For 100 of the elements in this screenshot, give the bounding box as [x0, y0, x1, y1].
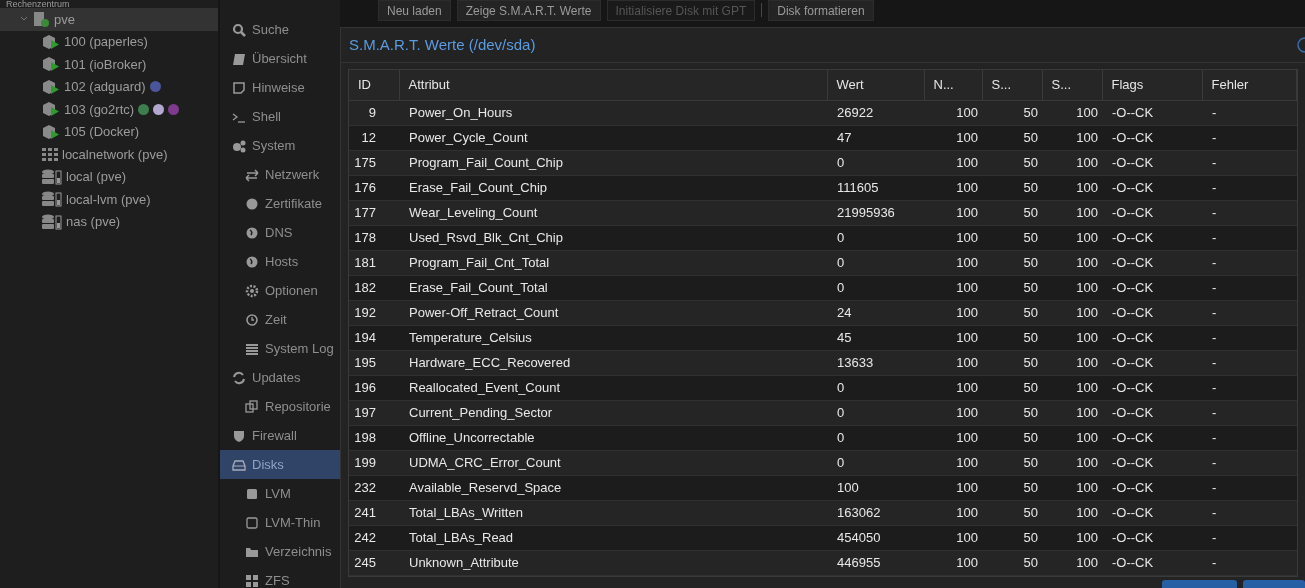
column-header[interactable]: Flags: [1102, 70, 1202, 100]
table-cell: Used_Rsvd_Blk_Cnt_Chip: [399, 225, 827, 250]
table-cell: -O--CK: [1102, 550, 1202, 575]
table-cell: Wear_Leveling_Count: [399, 200, 827, 225]
table-cell: 9: [349, 100, 399, 125]
table-cell: 100: [924, 300, 982, 325]
table-cell: 50: [982, 125, 1042, 150]
book-icon: [232, 51, 246, 66]
globe-icon: [245, 225, 259, 240]
table-cell: Erase_Fail_Count_Chip: [399, 175, 827, 200]
nav-item[interactable]: Hosts: [220, 247, 340, 276]
table-cell: -O--CK: [1102, 400, 1202, 425]
nav-item[interactable]: Zeit: [220, 305, 340, 334]
table-cell: 100: [924, 450, 982, 475]
nav-item[interactable]: DNS: [220, 218, 340, 247]
nav-item[interactable]: System: [220, 131, 340, 160]
table-cell: 100: [924, 125, 982, 150]
nav-item[interactable]: Disks: [220, 450, 340, 479]
table-cell: 0: [827, 450, 924, 475]
table-cell: 100: [924, 275, 982, 300]
nav-item[interactable]: Übersicht: [220, 44, 340, 73]
nav-item[interactable]: ZFS: [220, 566, 340, 588]
nav-item[interactable]: Hinweise: [220, 73, 340, 102]
table-cell: 175: [349, 150, 399, 175]
nav-item[interactable]: LVM-Thin: [220, 508, 340, 537]
table-cell: -O--CK: [1102, 475, 1202, 500]
column-header[interactable]: N...: [924, 70, 982, 100]
table-cell: 100: [1042, 500, 1102, 525]
table-cell: -O--CK: [1102, 125, 1202, 150]
copy-icon: [245, 399, 259, 414]
table-cell: -O--CK: [1102, 200, 1202, 225]
table-cell: 100: [924, 325, 982, 350]
column-header[interactable]: Attribut: [399, 70, 827, 100]
nav-item[interactable]: System Log: [220, 334, 340, 363]
tree-item[interactable]: 103 (go2rtc): [64, 99, 135, 119]
table-cell: 21995936: [827, 200, 924, 225]
column-header[interactable]: S...: [982, 70, 1042, 100]
table-cell: 100: [1042, 350, 1102, 375]
tree-item[interactable]: 100 (paperles): [64, 32, 148, 52]
dialog-title: S.M.A.R.T. Werte (/dev/sda): [349, 34, 536, 55]
table-cell: 50: [982, 350, 1042, 375]
nav-item[interactable]: Zertifikate: [220, 189, 340, 218]
list-icon: [245, 341, 259, 356]
nav-item[interactable]: Updates: [220, 363, 340, 392]
table-cell: -: [1202, 400, 1297, 425]
nav-item[interactable]: Suche: [220, 15, 340, 44]
table-cell: -: [1202, 425, 1297, 450]
tree-item[interactable]: pve: [54, 9, 75, 29]
table-cell: 177: [349, 200, 399, 225]
nav-item[interactable]: Verzeichnis: [220, 537, 340, 566]
table-cell: Current_Pending_Sector: [399, 400, 827, 425]
table-cell: 176: [349, 175, 399, 200]
table-cell: 50: [982, 100, 1042, 125]
nav-item[interactable]: LVM: [220, 479, 340, 508]
exchange-icon: [245, 167, 259, 182]
nav-item[interactable]: Repositorie: [220, 392, 340, 421]
table-cell: 50: [982, 300, 1042, 325]
tree-item[interactable]: localnetwork (pve): [62, 144, 168, 164]
table-cell: 100: [924, 350, 982, 375]
toolbar-button[interactable]: Neu laden: [378, 0, 451, 21]
table-cell: 50: [982, 200, 1042, 225]
tree-item[interactable]: nas (pve): [66, 212, 121, 232]
tree-item[interactable]: Rechenzentrum: [6, 0, 70, 8]
tree-item[interactable]: local (pve): [66, 167, 126, 187]
tree-item[interactable]: 101 (ioBroker): [64, 54, 147, 74]
nav-item[interactable]: Netzwerk: [220, 160, 340, 189]
table-cell: 100: [924, 150, 982, 175]
table-cell: 232: [349, 475, 399, 500]
column-header[interactable]: Fehler: [1202, 70, 1297, 100]
column-header[interactable]: Wert: [827, 70, 924, 100]
table-cell: -: [1202, 550, 1297, 575]
table-cell: 0: [827, 375, 924, 400]
table-cell: 194: [349, 325, 399, 350]
table-cell: 0: [827, 150, 924, 175]
toolbar-button[interactable]: Disk formatieren: [768, 0, 874, 21]
table-cell: 100: [924, 425, 982, 450]
tree-item[interactable]: 105 (Docker): [64, 122, 140, 142]
table-cell: -O--CK: [1102, 175, 1202, 200]
container-running-icon: [42, 123, 60, 140]
help-icon[interactable]: [1297, 37, 1305, 53]
tree-item[interactable]: local-lvm (pve): [66, 189, 151, 209]
note-icon: [232, 80, 246, 95]
tree-item[interactable]: 102 (adguard): [64, 77, 146, 97]
table-cell: -O--CK: [1102, 525, 1202, 550]
table-cell: 100: [1042, 100, 1102, 125]
table-cell: Available_Reservd_Space: [399, 475, 827, 500]
column-header[interactable]: ID: [349, 70, 399, 100]
table-cell: Total_LBAs_Read: [399, 525, 827, 550]
table-cell: 245: [349, 550, 399, 575]
nav-item[interactable]: Optionen: [220, 276, 340, 305]
column-header[interactable]: S...: [1042, 70, 1102, 100]
nav-item[interactable]: Shell: [220, 102, 340, 131]
table-cell: Power-Off_Retract_Count: [399, 300, 827, 325]
table-cell: 178: [349, 225, 399, 250]
toolbar-button[interactable]: Zeige S.M.A.R.T. Werte: [456, 0, 601, 21]
table-cell: Offline_Uncorrectable: [399, 425, 827, 450]
nav-item[interactable]: Firewall: [220, 421, 340, 450]
table-cell: -O--CK: [1102, 350, 1202, 375]
table-cell: 50: [982, 225, 1042, 250]
table-cell: 50: [982, 500, 1042, 525]
